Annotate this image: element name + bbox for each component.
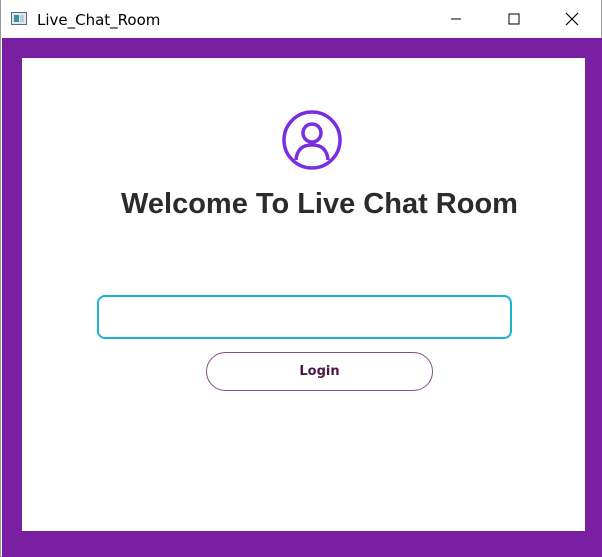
minimize-icon	[451, 18, 461, 20]
window-frame: Welcome To Live Chat Room Login	[2, 38, 602, 557]
maximize-icon	[508, 13, 520, 25]
user-circle-icon	[282, 110, 342, 170]
maximize-button[interactable]	[491, 0, 537, 38]
login-card: Welcome To Live Chat Room Login	[22, 58, 585, 531]
username-input[interactable]	[97, 295, 512, 339]
close-icon	[565, 12, 579, 26]
login-button[interactable]: Login	[206, 352, 433, 391]
close-button[interactable]	[549, 0, 595, 38]
app-window: Live_Chat_Room Welcome To Live Chat Room…	[0, 0, 602, 557]
welcome-heading: Welcome To Live Chat Room	[121, 188, 518, 220]
minimize-button[interactable]	[433, 0, 479, 38]
app-icon	[11, 12, 27, 25]
window-title: Live_Chat_Room	[37, 11, 161, 29]
title-bar[interactable]: Live_Chat_Room	[1, 0, 601, 38]
